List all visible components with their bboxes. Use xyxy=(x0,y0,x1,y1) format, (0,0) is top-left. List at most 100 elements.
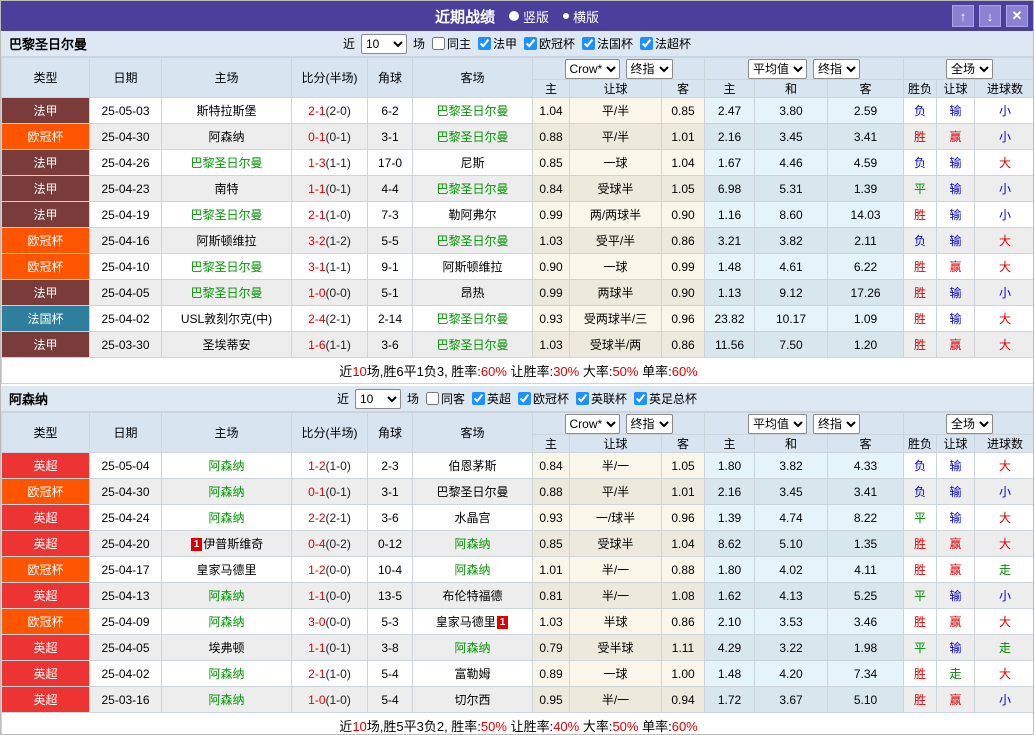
league-filter-ucl[interactable]: 欧冠杯 xyxy=(520,35,575,52)
average-select[interactable]: 平均值 xyxy=(748,58,808,79)
league-filter-ucl[interactable]: 欧冠杯 xyxy=(514,390,569,407)
league-badge: 英超 xyxy=(1,504,90,531)
match-row: 法国杯 25-04-02 USL敦刻尔克(中) 2-4(2-1) 2-14 巴黎圣日尔曼 0… xyxy=(1,305,1033,332)
away-team: 富勒姆 xyxy=(412,660,533,687)
games-label: 场 xyxy=(406,392,419,406)
result-wdl: 胜 xyxy=(903,279,938,306)
results-table: 类型 日期 主场 比分(半场) 角球 客场 Crow* 终指 平均值 终指 全场… xyxy=(1,57,1033,384)
euro-draw-odds: 3.82 xyxy=(754,452,829,479)
match-row: 欧冠杯 25-04-09 阿森纳 3-0(0-0) 5-3 皇家马德里 1 1.03 半球 0.8… xyxy=(1,608,1033,635)
result-wdl: 胜 xyxy=(903,530,938,557)
section-arsenal: 阿森纳 近 10 场 同客 英超 欧冠杯 英联杯 英足总杯 类型 日期 主场 比… xyxy=(1,386,1033,734)
selects-header-row: 类型 日期 主场 比分(半场) 角球 客场 Crow* 终指 平均值 终指 全场 xyxy=(1,57,1033,98)
league-checkbox-epl[interactable] xyxy=(471,392,485,405)
ah-away-odds: 1.11 xyxy=(660,634,706,661)
euro-away-odds: 1.35 xyxy=(827,530,905,557)
col-header-home: 主场 xyxy=(161,57,292,98)
sub-header-handicap-result: 让球 xyxy=(936,79,976,98)
fulltime-score: 0-1 xyxy=(308,484,326,499)
close-button[interactable]: ✕ xyxy=(1006,5,1028,27)
halftime-score: (1-0) xyxy=(325,666,351,681)
home-team-name: 巴黎圣日尔曼 xyxy=(190,156,263,170)
ah-line: 两球半 xyxy=(569,279,662,306)
league-filter-coupe[interactable]: 法国杯 xyxy=(578,35,633,52)
home-team-name: 阿森纳 xyxy=(208,589,245,603)
score-cell: 3-0(0-0) xyxy=(291,608,368,635)
league-checkbox-coupe[interactable] xyxy=(582,37,596,50)
same-home-checkbox-label[interactable]: 同主 xyxy=(428,35,471,52)
bookmaker-select[interactable]: Crow* xyxy=(564,58,620,79)
games-count-select[interactable]: 10 xyxy=(360,33,407,54)
result-wdl: 胜 xyxy=(903,305,938,332)
euro-home-odds: 8.62 xyxy=(704,530,756,557)
result-goals: 大 xyxy=(974,452,1033,479)
league-checkbox-fa-cup[interactable] xyxy=(634,392,648,405)
result-handicap: 走 xyxy=(936,660,976,687)
league-filter-trophee[interactable]: 法超杯 xyxy=(636,35,691,52)
asia-odds-group: Crow* 终指 xyxy=(531,412,706,435)
match-row: 英超 25-04-02 阿森纳 2-1(1-0) 5-4 富勒姆 0.89 一球 1.00 1.4… xyxy=(1,660,1033,687)
league-checkbox-ucl[interactable] xyxy=(524,37,537,50)
scope-select[interactable]: 全场 xyxy=(946,58,994,79)
radio-vertical-layout[interactable]: 竖版 xyxy=(508,7,549,26)
league-filter-efl-cup[interactable]: 英联杯 xyxy=(572,390,627,407)
summary-segment: 50% xyxy=(480,719,507,734)
ah-home-odds: 0.90 xyxy=(532,253,570,280)
result-wdl: 胜 xyxy=(903,201,938,228)
league-badge: 英超 xyxy=(1,634,90,661)
same-home-checkbox[interactable] xyxy=(431,37,445,50)
ah-line: 受球半/两 xyxy=(569,331,662,358)
ah-home-odds: 1.03 xyxy=(532,608,570,635)
ah-home-odds: 0.88 xyxy=(532,123,570,150)
fulltime-score: 2-1 xyxy=(308,103,326,118)
move-up-button[interactable]: ↑ xyxy=(952,5,974,27)
away-team-name: 阿斯顿维拉 xyxy=(442,260,503,274)
col-header-date: 日期 xyxy=(89,412,162,453)
euro-final-select[interactable]: 终指 xyxy=(813,413,861,434)
euro-home-odds: 23.82 xyxy=(704,305,756,332)
result-goals: 走 xyxy=(974,556,1033,583)
ah-away-odds: 0.99 xyxy=(660,253,706,280)
asia-final-select[interactable]: 终指 xyxy=(625,413,673,434)
bookmaker-select[interactable]: Crow* xyxy=(564,413,620,434)
away-team: 切尔西 xyxy=(412,686,533,713)
fulltime-score: 1-6 xyxy=(308,337,326,352)
sub-header-eu-home: 主 xyxy=(704,79,756,98)
away-team: 巴黎圣日尔曼 xyxy=(412,478,533,505)
ah-away-odds: 0.85 xyxy=(660,97,706,124)
league-checkbox-ligue1[interactable] xyxy=(477,37,491,50)
same-away-checkbox-label[interactable]: 同客 xyxy=(422,390,465,407)
euro-away-odds: 8.22 xyxy=(827,504,905,531)
league-filter-epl[interactable]: 英超 xyxy=(468,390,511,407)
radio-horizontal-layout[interactable]: 横版 xyxy=(563,7,599,26)
asia-final-select[interactable]: 终指 xyxy=(625,58,673,79)
corner-count: 5-5 xyxy=(367,227,413,254)
euro-final-select[interactable]: 终指 xyxy=(813,58,861,79)
away-team: 巴黎圣日尔曼 xyxy=(412,331,533,358)
result-wdl: 胜 xyxy=(903,660,938,687)
summary-segment: 50% xyxy=(612,719,639,734)
euro-home-odds: 2.16 xyxy=(704,123,756,150)
home-team-name: 皇家马德里 xyxy=(196,563,257,577)
move-down-button[interactable]: ↓ xyxy=(979,5,1001,27)
ah-away-odds: 1.04 xyxy=(660,530,706,557)
games-count-select[interactable]: 10 xyxy=(354,388,401,409)
home-team: 埃弗顿 xyxy=(161,634,292,661)
summary-segment: 让胜率: xyxy=(506,719,554,734)
average-select[interactable]: 平均值 xyxy=(748,413,808,434)
scope-select[interactable]: 全场 xyxy=(946,413,994,434)
league-checkbox-ucl[interactable] xyxy=(518,392,531,405)
league-checkbox-efl-cup[interactable] xyxy=(576,392,590,405)
match-date: 25-04-30 xyxy=(89,478,162,505)
league-filter-fa-cup[interactable]: 英足总杯 xyxy=(630,390,697,407)
halftime-score: (0-0) xyxy=(325,285,351,300)
ah-home-odds: 0.95 xyxy=(532,686,570,713)
same-away-checkbox[interactable] xyxy=(425,392,439,405)
home-team: 阿斯顿维拉 xyxy=(161,227,292,254)
euro-home-odds: 11.56 xyxy=(704,331,756,358)
results-table: 类型 日期 主场 比分(半场) 角球 客场 Crow* 终指 平均值 终指 全场… xyxy=(1,412,1033,734)
result-goals: 小 xyxy=(974,582,1033,609)
league-filter-ligue1[interactable]: 法甲 xyxy=(474,35,517,52)
match-date: 25-04-30 xyxy=(89,123,162,150)
league-checkbox-trophee[interactable] xyxy=(640,37,654,50)
